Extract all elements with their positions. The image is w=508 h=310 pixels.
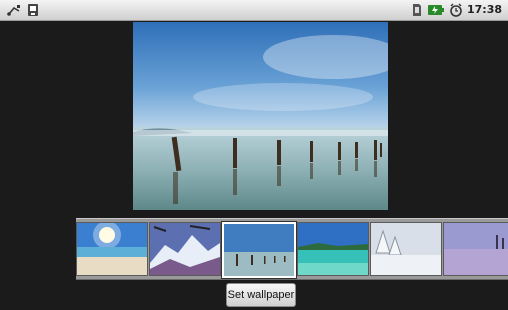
status-bar-right-icons: 17:38: [411, 2, 502, 18]
tropical-lagoon-image: [298, 223, 368, 275]
status-bar-time: 17:38: [466, 3, 502, 16]
battery-charging-icon: [427, 5, 444, 15]
thumbnail-lake-posts[interactable]: [222, 222, 296, 278]
winter-trees-image: [371, 223, 441, 275]
thumbnail-tropical-lagoon[interactable]: [297, 222, 369, 276]
alarm-clock-icon: [450, 3, 462, 17]
thumbnail-snowy-mountains[interactable]: [149, 222, 221, 276]
snowy-mountains-image: [150, 223, 220, 275]
wallpaper-preview: [133, 22, 388, 210]
sd-card-icon: [412, 4, 421, 16]
sunny-beach-image: [77, 223, 147, 275]
usb-debug-icon: [7, 5, 20, 16]
lake-posts-preview-image: [133, 22, 388, 210]
usb-connected-icon: [28, 4, 38, 16]
status-bar-left-icons: [6, 2, 40, 18]
thumbnail-winter-trees[interactable]: [370, 222, 442, 276]
wallpaper-chooser-screen: 17:38 Set wallpaper: [0, 0, 508, 310]
thumbnail-purple-sunset[interactable]: [443, 222, 508, 276]
thumbnail-sunny-beach[interactable]: [76, 222, 148, 276]
set-wallpaper-button[interactable]: Set wallpaper: [226, 283, 296, 307]
purple-sunset-image: [444, 223, 508, 275]
lake-posts-image: [224, 224, 294, 276]
wallpaper-thumbnail-strip[interactable]: [76, 218, 508, 280]
status-bar: 17:38: [0, 0, 508, 21]
